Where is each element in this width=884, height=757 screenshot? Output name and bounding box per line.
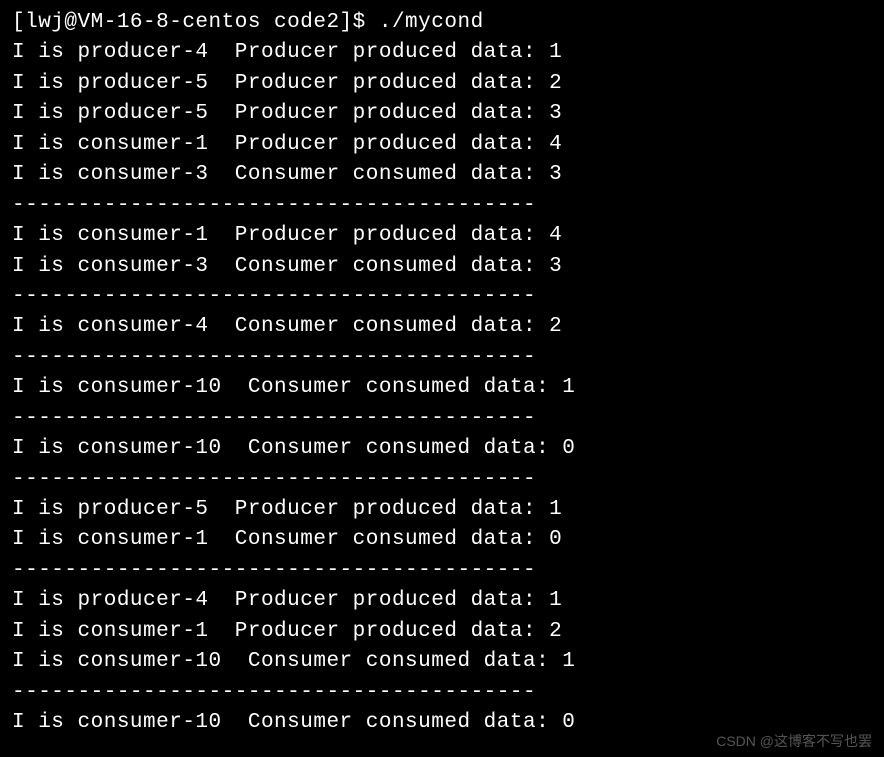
output-line: I is producer-4 Producer produced data: … xyxy=(12,38,872,68)
watermark-text: CSDN @这博客不写也罢 xyxy=(716,731,872,751)
terminal-output: [lwj@VM-16-8-centos code2]$ ./mycond I i… xyxy=(12,8,872,739)
output-line: I is producer-5 Producer produced data: … xyxy=(12,69,872,99)
separator-line: ---------------------------------------- xyxy=(12,282,872,312)
output-line: I is consumer-1 Producer produced data: … xyxy=(12,617,872,647)
output-line: I is producer-4 Producer produced data: … xyxy=(12,586,872,616)
output-line: I is consumer-4 Consumer consumed data: … xyxy=(12,312,872,342)
output-line: I is consumer-10 Consumer consumed data:… xyxy=(12,647,872,677)
output-line: I is consumer-10 Consumer consumed data:… xyxy=(12,373,872,403)
output-line: I is consumer-10 Consumer consumed data:… xyxy=(12,434,872,464)
output-line: I is producer-5 Producer produced data: … xyxy=(12,99,872,129)
command-prompt-line[interactable]: [lwj@VM-16-8-centos code2]$ ./mycond xyxy=(12,8,872,38)
output-line: I is consumer-3 Consumer consumed data: … xyxy=(12,252,872,282)
separator-line: ---------------------------------------- xyxy=(12,678,872,708)
separator-line: ---------------------------------------- xyxy=(12,556,872,586)
output-line: I is consumer-1 Producer produced data: … xyxy=(12,130,872,160)
output-line: I is consumer-1 Consumer consumed data: … xyxy=(12,525,872,555)
separator-line: ---------------------------------------- xyxy=(12,191,872,221)
output-line: I is consumer-1 Producer produced data: … xyxy=(12,221,872,251)
separator-line: ---------------------------------------- xyxy=(12,343,872,373)
output-line: I is consumer-3 Consumer consumed data: … xyxy=(12,160,872,190)
separator-line: ---------------------------------------- xyxy=(12,465,872,495)
output-line: I is producer-5 Producer produced data: … xyxy=(12,495,872,525)
separator-line: ---------------------------------------- xyxy=(12,404,872,434)
